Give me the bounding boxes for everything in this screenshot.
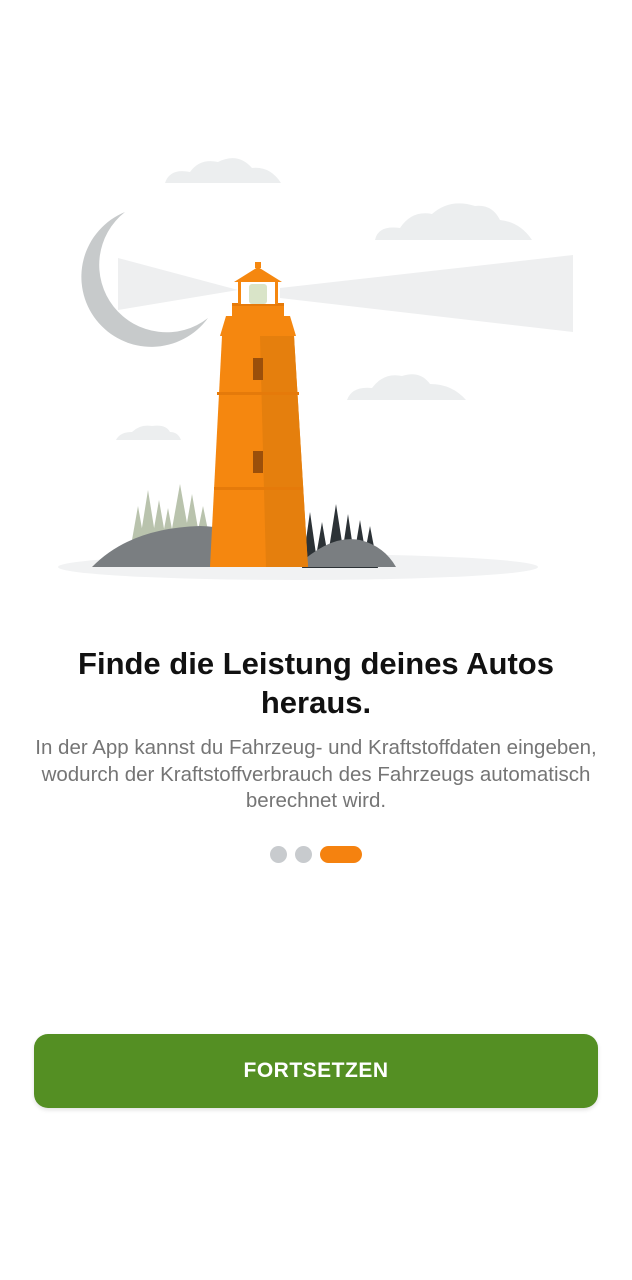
cloud-icon (375, 203, 532, 240)
lighthouse-illustration (58, 158, 573, 580)
pagination-dot-3-active[interactable] (320, 845, 362, 863)
pagination-dot-1[interactable] (270, 845, 287, 863)
lighthouse-icon (210, 262, 308, 567)
cloud-icon (116, 425, 181, 440)
continue-button[interactable]: FORTSETZEN (34, 1034, 598, 1108)
onboarding-description: In der App kannst du Fahrzeug- und Kraft… (35, 736, 597, 812)
onboarding-title: Finde die Leistung deines Autos heraus. (78, 646, 554, 720)
light-beam-right (280, 255, 573, 332)
cloud-icon (347, 374, 466, 400)
cloud-icon (165, 158, 281, 183)
light-beam-left (118, 258, 238, 310)
pagination-dots (0, 845, 632, 863)
pagination-dot-2[interactable] (295, 845, 312, 863)
